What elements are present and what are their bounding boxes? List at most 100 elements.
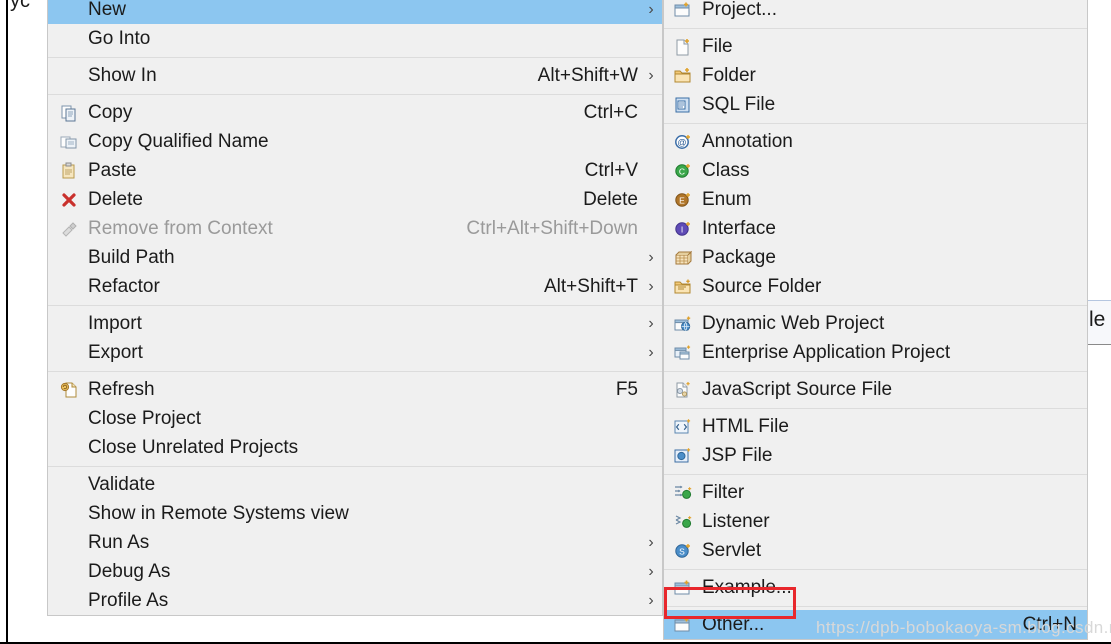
menu-item-label: Filter [702,481,745,503]
menu-item-shortcut: Ctrl+Alt+Shift+Down [466,217,638,239]
interface-icon: I [670,219,696,239]
svg-text:I: I [681,224,683,234]
menu-item-project[interactable]: Project... [664,0,1087,24]
menu-item-listener[interactable]: Listener [664,507,1087,536]
new-submenu[interactable]: Project... File Folder SQL File @ Annotation C… [663,0,1088,640]
menu-item-validate[interactable]: Validate› [48,470,662,499]
menu-item-copy-qualified-name[interactable]: Copy Qualified Name› [48,127,662,156]
menu-item-close-project[interactable]: Close Project› [48,404,662,433]
menu-item-enterprise-application-project[interactable]: Enterprise Application Project [664,338,1087,367]
menu-item-go-into[interactable]: Go Into› [48,24,662,53]
menu-item-import[interactable]: Import › [48,309,662,338]
menu-item-build-path[interactable]: Build Path › [48,243,662,272]
menu-separator [664,408,1087,409]
other-icon [670,615,696,635]
no-icon [56,591,82,611]
menu-item-label: Enum [702,188,752,210]
copy-qualified-icon [56,132,82,152]
menu-item-package[interactable]: Package [664,243,1087,272]
menu-item-copy[interactable]: CopyCtrl+C› [48,98,662,127]
menu-item-label: Go Into [88,27,151,49]
menu-item-folder[interactable]: Folder [664,61,1087,90]
menu-item-refactor[interactable]: Refactor Alt+Shift+T › [48,272,662,301]
menu-item-interface[interactable]: I Interface [664,214,1087,243]
menu-item-shortcut: F5 [615,378,638,400]
chevron-right-icon: › [648,277,654,295]
project-context-menu[interactable]: New›Go Into›Show InAlt+Shift+W›CopyCtrl+… [47,0,663,616]
paste-icon [56,161,82,181]
menu-item-label: Paste [88,159,137,181]
svg-text:S: S [679,546,685,556]
menu-item-remove-from-context[interactable]: Remove from ContextCtrl+Alt+Shift+Down› [48,214,662,243]
menu-item-source-folder[interactable]: Source Folder [664,272,1087,301]
no-icon [56,29,82,49]
menu-item-shortcut: Ctrl+V [584,159,638,181]
menu-separator [48,94,662,95]
background-editor-tab-label: le [1089,308,1106,331]
menu-item-label: Class [702,159,750,181]
menu-item-example[interactable]: Example... [664,573,1087,602]
delete-x-icon [56,190,82,210]
menu-item-show-in[interactable]: Show In Alt+Shift+W › [48,61,662,90]
svg-text:C: C [679,166,685,176]
menu-item-debug-as[interactable]: Debug As › [48,557,662,586]
menu-item-javascript-source-file[interactable]: JavaScript Source File [664,375,1087,404]
example-icon [670,578,696,598]
menu-item-html-file[interactable]: HTML File [664,412,1087,441]
listener-icon [670,512,696,532]
watermark-text: https://dpb-bobokaoya-sm.blog.csdn.net [816,618,1111,637]
menu-item-run-as[interactable]: Run As › [48,528,662,557]
menu-item-servlet[interactable]: S Servlet [664,536,1087,565]
no-icon [56,409,82,429]
menu-item-label: Run As [88,531,150,553]
no-icon [56,277,82,297]
chevron-right-icon: › [648,533,654,551]
menu-item-jsp-file[interactable]: JSP File [664,441,1087,470]
menu-item-delete[interactable]: DeleteDelete› [48,185,662,214]
menu-item-paste[interactable]: PasteCtrl+V› [48,156,662,185]
menu-item-shortcut: Alt+Shift+T [544,275,638,297]
menu-item-class[interactable]: C Class [664,156,1087,185]
menu-item-label: File [702,35,733,57]
chevron-right-icon: › [648,591,654,609]
menu-item-sql-file[interactable]: SQL File [664,90,1087,119]
menu-separator [664,28,1087,29]
package-icon [670,248,696,268]
background-right-divider [1088,344,1111,345]
menu-item-annotation[interactable]: @ Annotation [664,127,1087,156]
menu-item-enum[interactable]: E Enum [664,185,1087,214]
menu-item-label: Export [88,341,143,363]
class-icon: C [670,161,696,181]
no-icon [56,438,82,458]
menu-separator [48,466,662,467]
enum-icon: E [670,190,696,210]
menu-item-label: Package [702,246,776,268]
menu-item-shortcut: Delete [583,188,638,210]
menu-item-close-unrelated-projects[interactable]: Close Unrelated Projects› [48,433,662,462]
menu-item-label: Profile As [88,589,169,611]
menu-item-profile-as[interactable]: Profile As › [48,586,662,615]
menu-item-label: Servlet [702,539,762,561]
menu-item-label: Source Folder [702,275,822,297]
menu-item-show-in-remote-systems[interactable]: Show in Remote Systems view› [48,499,662,528]
menu-separator [48,57,662,58]
no-icon [56,533,82,553]
jsp-file-icon [670,446,696,466]
menu-item-refresh[interactable]: RefreshF5› [48,375,662,404]
menu-item-file[interactable]: File [664,32,1087,61]
menu-item-shortcut: Ctrl+C [583,101,638,123]
filter-icon [670,483,696,503]
menu-item-new[interactable]: New › [48,0,662,24]
menu-separator [664,606,1087,607]
no-icon [56,343,82,363]
menu-item-export[interactable]: Export › [48,338,662,367]
menu-item-dynamic-web-project[interactable]: Dynamic Web Project [664,309,1087,338]
chevron-right-icon: › [648,66,654,84]
menu-item-label: Annotation [702,130,793,152]
dynamic-web-project-icon [670,314,696,334]
no-icon [56,314,82,334]
menu-item-label: HTML File [702,415,789,437]
svg-text:@: @ [677,137,686,147]
menu-item-shortcut: Alt+Shift+W [537,64,638,86]
menu-item-filter[interactable]: Filter [664,478,1087,507]
